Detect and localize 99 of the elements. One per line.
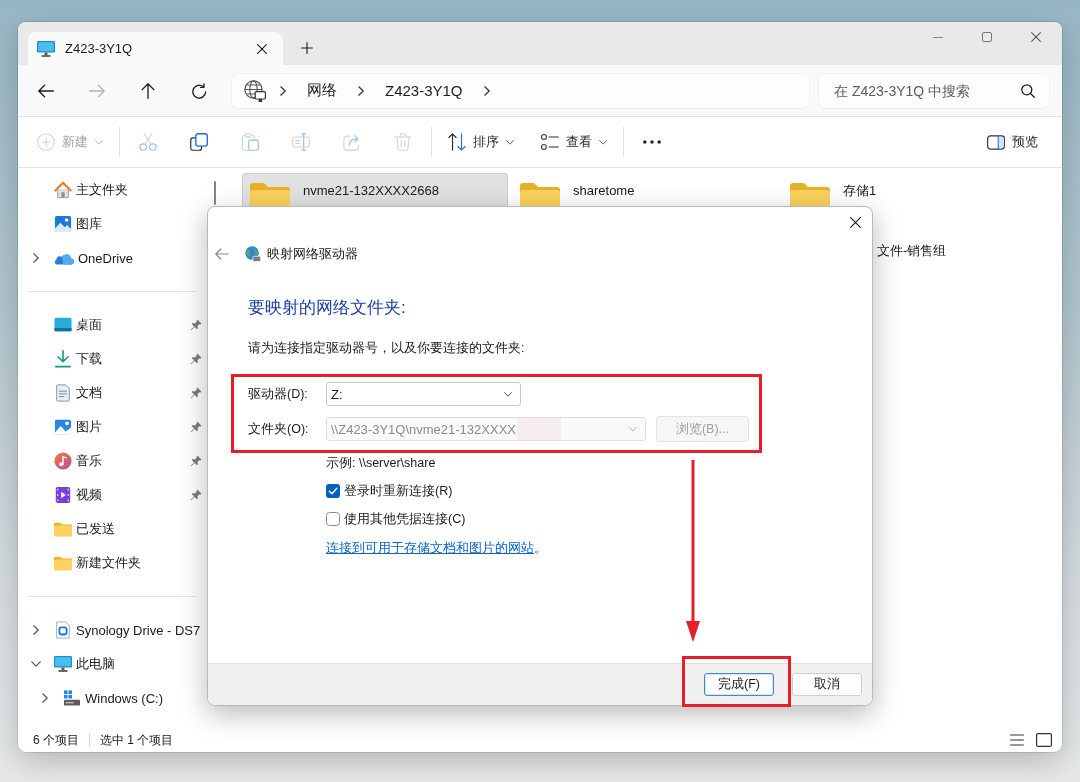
dialog-title: 映射网络驱动器 (267, 245, 358, 263)
network-globe-icon (245, 246, 261, 262)
folder-icon (790, 182, 830, 206)
item-count: 6 个项目 (33, 731, 79, 749)
folder-icon (54, 555, 72, 571)
preview-pane-icon (987, 134, 1005, 150)
breadcrumb-item[interactable]: Z423-3Y1Q (378, 78, 470, 103)
pin-icon[interactable] (190, 421, 202, 433)
instruction-text: 请为连接指定驱动器号，以及你要连接的文件夹: (248, 340, 526, 357)
close-icon (1031, 32, 1041, 42)
finish-button[interactable]: 完成(F) (704, 673, 774, 696)
breadcrumb-item[interactable]: 网络 (300, 77, 344, 104)
maximize-icon (982, 32, 992, 42)
monitor-icon (54, 656, 72, 672)
sidebar-item[interactable]: 新建文件夹 (54, 554, 141, 572)
plus-circle-icon (37, 133, 55, 151)
window-tab[interactable]: Z423-3Y1Q (28, 32, 283, 65)
link-sentence: 连接到可用于存储文档和图片的网站。 (326, 540, 548, 557)
refresh-icon (191, 82, 207, 99)
pin-icon[interactable] (190, 319, 202, 331)
sidebar-item[interactable]: 下载 (54, 350, 102, 368)
forward-arrow-icon (89, 83, 105, 98)
checkbox[interactable] (326, 512, 340, 526)
download-icon (54, 350, 72, 368)
folder-icon (54, 521, 72, 537)
close-icon (849, 216, 861, 228)
view-list-icon (541, 133, 559, 151)
home-icon (54, 181, 72, 199)
sidebar-item[interactable]: 已发送 (54, 520, 115, 538)
gallery-icon (54, 215, 72, 233)
caret-icon (599, 139, 607, 145)
minimize-icon (933, 36, 943, 38)
website-link[interactable]: 连接到可用于存储文档和图片的网站 (326, 541, 534, 555)
sidebar-item[interactable]: 主文件夹 (54, 181, 128, 199)
sidebar-item[interactable]: OneDrive (54, 250, 133, 266)
sidebar-item[interactable]: 桌面 (54, 316, 102, 334)
chevron-right-icon[interactable] (42, 693, 48, 703)
back-arrow-icon (215, 248, 229, 260)
view-button[interactable]: 查看 (533, 125, 615, 159)
folder-icon (520, 182, 560, 206)
folder-icon (250, 182, 290, 206)
pin-icon[interactable] (190, 489, 202, 501)
sort-button[interactable]: 排序 (440, 125, 522, 159)
chevron-right-icon (483, 85, 490, 96)
music-note-icon (54, 452, 72, 470)
preview-button[interactable]: 预览 (979, 125, 1046, 159)
drive-dropdown[interactable]: Z: (326, 382, 521, 406)
plus-icon (301, 42, 313, 54)
caret-icon (506, 139, 514, 145)
caret-icon (95, 139, 103, 145)
drive-icon (63, 690, 81, 706)
app-document-icon (54, 621, 72, 639)
chevron-down-icon[interactable] (31, 661, 41, 667)
checkbox-label[interactable]: 登录时重新连接(R) (344, 482, 453, 500)
pin-icon[interactable] (190, 353, 202, 365)
tiles-view-icon[interactable] (1036, 733, 1052, 747)
pin-icon[interactable] (190, 387, 202, 399)
scrollbar-thumb[interactable] (213, 181, 216, 205)
chevron-right-icon[interactable] (33, 253, 39, 263)
search-icon (1021, 83, 1035, 98)
sidebar-item[interactable]: 此电脑 (54, 655, 115, 673)
monitor-icon (37, 40, 55, 57)
field-label: 驱动器(D): (248, 385, 309, 403)
sidebar-item[interactable]: 音乐 (54, 452, 102, 470)
folder-item[interactable]: nvme21-132XXXX2668 (242, 173, 508, 206)
globe-monitor-icon (244, 79, 266, 102)
close-icon (257, 43, 267, 54)
document-icon (54, 384, 72, 402)
back-button[interactable] (213, 245, 231, 263)
sidebar-item[interactable]: 视频 (54, 486, 102, 504)
sidebar-item[interactable]: Windows (C:) (63, 690, 163, 706)
caret-icon (504, 391, 512, 397)
checkbox-label[interactable]: 使用其他凭据连接(C) (344, 510, 466, 528)
video-icon (54, 486, 72, 504)
caret-icon (629, 426, 637, 432)
selection-count: 选中 1 个项目 (100, 731, 174, 749)
cloud-icon (54, 251, 74, 265)
field-label: 文件夹(O): (248, 420, 310, 438)
sidebar-item[interactable]: 图库 (54, 215, 102, 233)
sidebar-item[interactable]: 文档 (54, 384, 102, 402)
sidebar-item[interactable]: Synology Drive - DS7 (54, 621, 201, 639)
back-arrow-icon (38, 83, 54, 98)
sort-arrows-icon (448, 133, 466, 151)
checkbox[interactable] (326, 484, 340, 498)
cancel-button[interactable]: 取消 (792, 673, 862, 696)
example-text: 示例: \\server\share (326, 455, 437, 472)
chevron-right-icon (280, 85, 286, 96)
dialog-heading: 要映射的网络文件夹: (248, 297, 407, 319)
sidebar-item[interactable]: 图片 (54, 418, 102, 436)
search-field[interactable]: 在 Z423-3Y1Q 中搜索 (819, 73, 1049, 108)
desktop-icon (54, 316, 72, 334)
chevron-right-icon[interactable] (33, 625, 39, 635)
address-bar[interactable]: 网络 Z423-3Y1Q (232, 73, 809, 108)
picture-icon (54, 418, 72, 436)
chevron-right-icon (358, 85, 364, 96)
folder-item[interactable]: 文件-销售组 (877, 242, 947, 260)
pin-icon[interactable] (190, 455, 202, 467)
up-arrow-icon (141, 82, 155, 99)
details-view-icon[interactable] (1010, 734, 1024, 746)
